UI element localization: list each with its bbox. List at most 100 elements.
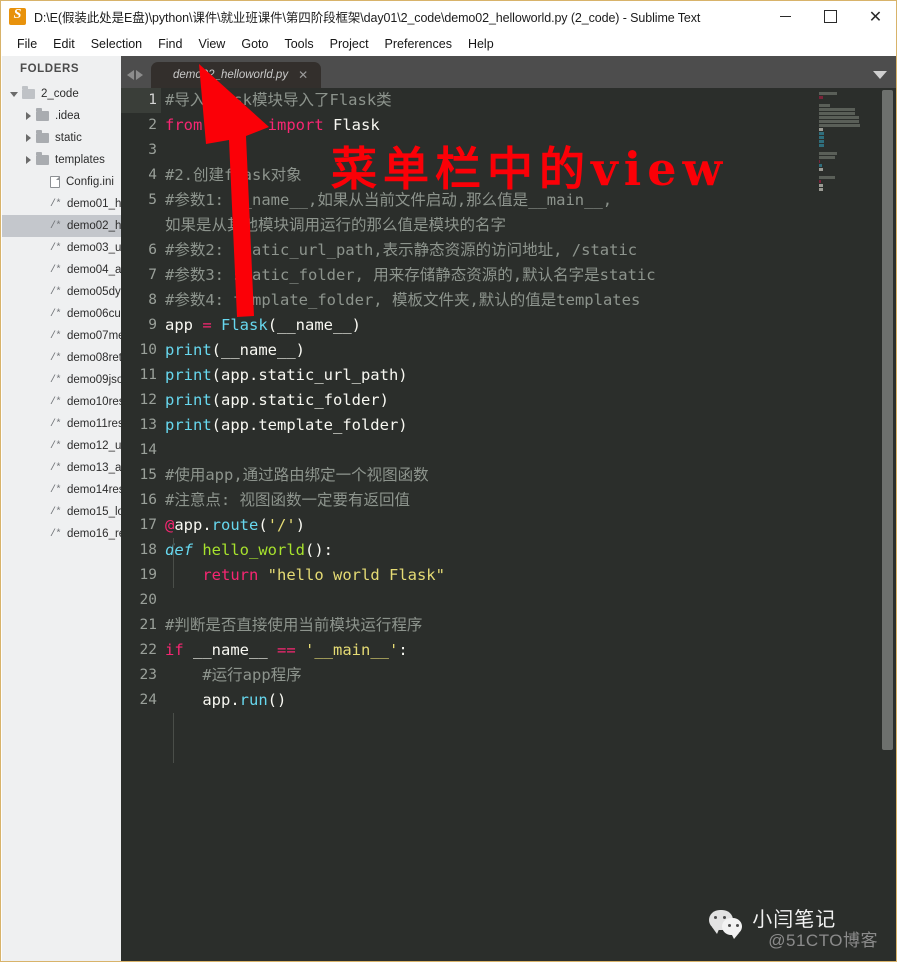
code-line[interactable]: return "hello world Flask": [165, 563, 845, 588]
code-token: #2.创建flask对象: [165, 166, 302, 184]
code-line[interactable]: #导入flask模块导入了Flask类: [165, 88, 845, 113]
code-line[interactable]: #判断是否直接使用当前模块运行程序: [165, 613, 845, 638]
code-line[interactable]: def hello_world():: [165, 538, 845, 563]
line-number: 11: [139, 367, 157, 383]
sidebar-item-config-ini[interactable]: Config.ini: [2, 171, 121, 193]
menu-item-goto[interactable]: Goto: [233, 35, 276, 53]
folder-tree: 2_code .idea static templates Config.ini /* de…: [2, 83, 121, 545]
code-line[interactable]: #参数1: __name__,如果从当前文件启动,那么值是__main__, 如果…: [165, 188, 845, 238]
python-file-icon: /*: [50, 528, 62, 540]
chevron-right-icon[interactable]: [24, 133, 33, 143]
line-number: 1: [121, 88, 161, 113]
sidebar-item-demo14res[interactable]: /* demo14res: [2, 479, 121, 501]
code-line[interactable]: @app.route('/'): [165, 513, 845, 538]
code-token: app.: [174, 516, 212, 534]
line-number: 14: [139, 442, 157, 458]
code-token: print: [165, 341, 212, 359]
tab-navigation[interactable]: [121, 70, 151, 88]
vertical-scrollbar[interactable]: [879, 88, 895, 961]
sidebar-item-demo03-u[interactable]: /* demo03_u: [2, 237, 121, 259]
sidebar-item-demo15-lo[interactable]: /* demo15_lo: [2, 501, 121, 523]
sidebar-item-demo04-a[interactable]: /* demo04_a: [2, 259, 121, 281]
minimap-line: [819, 132, 824, 135]
chevron-right-icon[interactable]: [24, 155, 33, 165]
sidebar-item-demo05dy[interactable]: /* demo05dy: [2, 281, 121, 303]
sidebar-item-demo10res[interactable]: /* demo10res: [2, 391, 121, 413]
code-line[interactable]: [165, 138, 845, 163]
scrollbar-thumb[interactable]: [882, 90, 893, 750]
sidebar-item-label: demo10res: [67, 396, 121, 408]
code-line[interactable]: #使用app,通过路由绑定一个视图函数: [165, 463, 845, 488]
sidebar-item-demo13-a[interactable]: /* demo13_a: [2, 457, 121, 479]
code-line[interactable]: #运行app程序: [165, 663, 845, 688]
sidebar-item-label: .idea: [55, 110, 80, 122]
chevron-down-icon[interactable]: [873, 71, 887, 79]
sidebar-item-templates[interactable]: templates: [2, 149, 121, 171]
tab-close-icon[interactable]: ✕: [298, 68, 308, 82]
sidebar-item-demo08ret[interactable]: /* demo08ret: [2, 347, 121, 369]
code-line[interactable]: #参数2: static_url_path,表示静态资源的访问地址, /stat…: [165, 238, 845, 263]
tab-label: demo02_helloworld.py: [173, 69, 289, 81]
menu-item-project[interactable]: Project: [322, 35, 377, 53]
code-area[interactable]: 1 2 3 4 5 6 7 8 9 10 11 12 13 14 15 16 17 18 19 20 21 22 23 24 …: [121, 88, 896, 961]
menu-item-tools[interactable]: Tools: [276, 35, 321, 53]
chevron-right-icon[interactable]: [24, 111, 33, 121]
menu-item-view[interactable]: View: [190, 35, 233, 53]
menu-item-edit[interactable]: Edit: [45, 35, 83, 53]
line-number: 3: [148, 142, 157, 158]
sidebar-item-static[interactable]: static: [2, 127, 121, 149]
sidebar-item-label: demo02_h: [67, 220, 121, 232]
close-button[interactable]: ✕: [853, 1, 896, 31]
chevron-down-icon[interactable]: [10, 90, 19, 99]
code-token: app.: [202, 691, 240, 709]
code-line[interactable]: print(app.template_folder): [165, 413, 845, 438]
code-token: "hello world Flask": [267, 566, 445, 584]
code-token: (app.template_folder): [211, 416, 408, 434]
code-line[interactable]: print(app.static_folder): [165, 388, 845, 413]
line-number: 15: [139, 467, 157, 483]
menu-item-selection[interactable]: Selection: [83, 35, 150, 53]
code-lines[interactable]: #导入flask模块导入了Flask类 from flask import Fla…: [165, 88, 845, 713]
python-file-icon: /*: [50, 374, 62, 386]
minimap[interactable]: [817, 88, 875, 961]
sidebar-item--idea[interactable]: .idea: [2, 105, 121, 127]
code-token: if: [165, 641, 184, 659]
menu-item-help[interactable]: Help: [460, 35, 502, 53]
sidebar-item-demo09jso[interactable]: /* demo09jso: [2, 369, 121, 391]
sidebar-item-demo02-h[interactable]: /* demo02_h: [2, 215, 121, 237]
sidebar-item-demo01-h[interactable]: /* demo01_h: [2, 193, 121, 215]
sidebar-item-demo12-u[interactable]: /* demo12_u: [2, 435, 121, 457]
menu-item-file[interactable]: File: [9, 35, 45, 53]
code-line[interactable]: app.run(): [165, 688, 845, 713]
code-line[interactable]: from flask import Flask: [165, 113, 845, 138]
code-line[interactable]: print(app.static_url_path): [165, 363, 845, 388]
minimap-line: [819, 180, 821, 183]
code-line[interactable]: #参数3: static_folder, 用来存储静态资源的,默认名字是stat…: [165, 263, 845, 288]
code-line[interactable]: print(__name__): [165, 338, 845, 363]
sidebar-item-demo16-re[interactable]: /* demo16_re: [2, 523, 121, 545]
tab-prev-icon[interactable]: [127, 70, 134, 80]
sidebar-item-label: demo03_u: [67, 242, 121, 254]
sidebar-item-demo06cu[interactable]: /* demo06cu: [2, 303, 121, 325]
sidebar-item-label: demo04_a: [67, 264, 121, 276]
code-line[interactable]: #2.创建flask对象: [165, 163, 845, 188]
code-line[interactable]: app = Flask(__name__): [165, 313, 845, 338]
maximize-button[interactable]: [808, 1, 853, 31]
tab-demo02-helloworld[interactable]: demo02_helloworld.py ✕: [151, 62, 321, 88]
minimize-button[interactable]: [763, 1, 808, 31]
sidebar-item-demo07me[interactable]: /* demo07me: [2, 325, 121, 347]
code-token: #参数2: static_url_path,表示静态资源的访问地址, /stat…: [165, 241, 638, 259]
code-line[interactable]: if __name__ == '__main__':: [165, 638, 845, 663]
sidebar-item-2-code[interactable]: 2_code: [2, 83, 121, 105]
tab-next-icon[interactable]: [136, 70, 143, 80]
code-line[interactable]: [165, 438, 845, 463]
code-line[interactable]: [165, 588, 845, 613]
menu-item-preferences[interactable]: Preferences: [377, 35, 460, 53]
code-line[interactable]: #注意点: 视图函数一定要有返回值: [165, 488, 845, 513]
code-line[interactable]: #参数4: template_folder, 模板文件夹,默认的值是templa…: [165, 288, 845, 313]
code-token: flask: [202, 116, 268, 134]
menu-item-find[interactable]: Find: [150, 35, 190, 53]
folder-icon: [22, 86, 35, 99]
sidebar-item-demo11res[interactable]: /* demo11res: [2, 413, 121, 435]
